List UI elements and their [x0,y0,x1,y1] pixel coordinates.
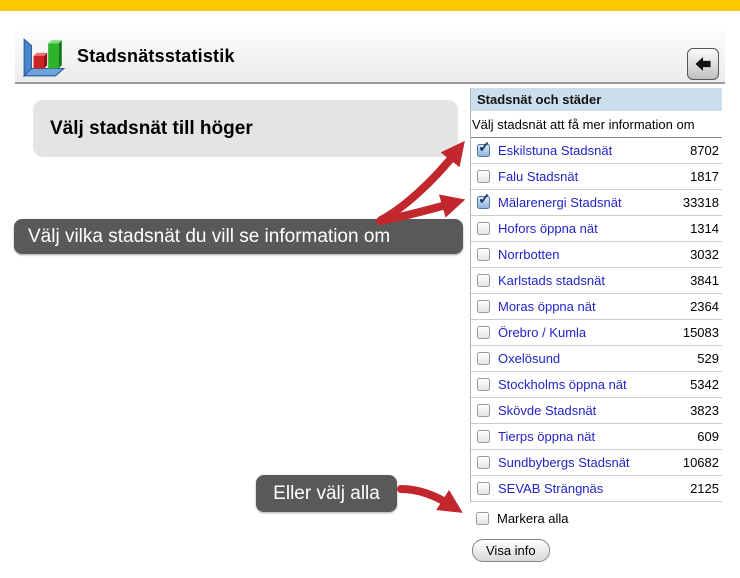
network-value: 10682 [683,455,722,470]
network-row: Stockholms öppna nät 5342 [471,372,722,398]
network-value: 33318 [683,195,722,210]
network-link[interactable]: Sundbybergs Stadsnät [498,455,630,470]
network-link[interactable]: Karlstads stadsnät [498,273,605,288]
show-info-button[interactable]: Visa info [472,539,550,562]
top-accent-bar [0,0,740,11]
app-header: Stadsnätsstatistik [15,31,725,84]
network-link[interactable]: Tierps öppna nät [498,429,595,444]
network-link[interactable]: Falu Stadsnät [498,169,578,184]
network-link[interactable]: Oxelösund [498,351,560,366]
network-checkbox[interactable] [477,378,490,391]
network-checkbox[interactable] [477,300,490,313]
network-link[interactable]: Eskilstuna Stadsnät [498,143,612,158]
network-value: 2364 [690,299,722,314]
network-value: 3032 [690,247,722,262]
panel-title: Stadsnät och städer [471,88,722,111]
network-row: Falu Stadsnät 1817 [471,164,722,190]
network-value: 1314 [690,221,722,236]
network-row: Hofors öppna nät 1314 [471,216,722,242]
network-row: SEVAB Strängnäs 2125 [471,476,722,502]
select-all-checkbox[interactable] [476,512,489,525]
tooltip-select-all: Eller välj alla [256,475,397,512]
back-button[interactable] [687,48,719,80]
network-row: Tierps öppna nät 609 [471,424,722,450]
network-row: Moras öppna nät 2364 [471,294,722,320]
network-link[interactable]: Mälarenergi Stadsnät [498,195,622,210]
select-all-row: Markera alla [470,509,722,527]
arrow-to-markera-alla [401,489,452,506]
select-all-label: Markera alla [497,511,569,526]
network-row: Oxelösund 529 [471,346,722,372]
network-link[interactable]: Örebro / Kumla [498,325,586,340]
network-row: Karlstads stadsnät 3841 [471,268,722,294]
network-row: Skövde Stadsnät 3823 [471,398,722,424]
network-value: 529 [697,351,722,366]
network-value: 1817 [690,169,722,184]
instruction-text: Välj stadsnät till höger [50,118,253,140]
bar-chart-icon [21,34,67,80]
network-value: 5342 [690,377,722,392]
network-link[interactable]: SEVAB Strängnäs [498,481,603,496]
network-checkbox[interactable] [477,326,490,339]
tooltip-select-networks: Välj vilka stadsnät du vill se informati… [14,219,463,254]
network-link[interactable]: Skövde Stadsnät [498,403,596,418]
network-value: 3841 [690,273,722,288]
network-checkbox[interactable] [477,430,490,443]
network-checkbox[interactable] [477,404,490,417]
network-row: Norrbotten 3032 [471,242,722,268]
instruction-box: Välj stadsnät till höger [33,100,458,157]
network-link[interactable]: Norrbotten [498,247,559,262]
network-link[interactable]: Hofors öppna nät [498,221,598,236]
network-checkbox[interactable] [477,274,490,287]
network-link[interactable]: Moras öppna nät [498,299,596,314]
back-arrow-icon [692,53,714,75]
network-value: 609 [697,429,722,444]
network-checkbox[interactable] [477,352,490,365]
network-checkbox[interactable] [477,144,490,157]
network-value: 15083 [683,325,722,340]
network-checkbox[interactable] [477,482,490,495]
network-value: 3823 [690,403,722,418]
network-checkbox[interactable] [477,222,490,235]
page-title: Stadsnätsstatistik [77,46,235,67]
network-list: Eskilstuna Stadsnät 8702 Falu Stadsnät 1817… [471,138,722,502]
arrow-to-eskilstuna [381,151,457,220]
networks-panel: Stadsnät och städer Välj stadsnät att få… [470,88,722,562]
network-row: Sundbybergs Stadsnät 10682 [471,450,722,476]
network-row: Örebro / Kumla 15083 [471,320,722,346]
network-value: 2125 [690,481,722,496]
network-checkbox[interactable] [477,248,490,261]
network-value: 8702 [690,143,722,158]
network-checkbox[interactable] [477,170,490,183]
panel-subtitle: Välj stadsnät att få mer information om [471,111,722,138]
network-link[interactable]: Stockholms öppna nät [498,377,627,392]
network-checkbox[interactable] [477,456,490,469]
network-row: Mälarenergi Stadsnät 33318 [471,190,722,216]
network-checkbox[interactable] [477,196,490,209]
network-row: Eskilstuna Stadsnät 8702 [471,138,722,164]
